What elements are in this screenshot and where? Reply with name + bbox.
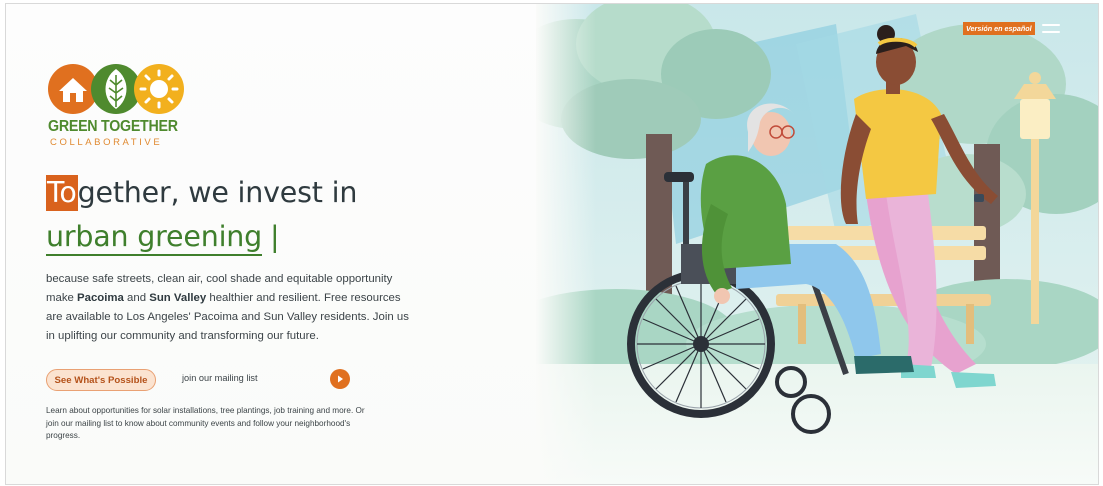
sun-icon <box>134 64 184 114</box>
headline-text: gether, we invest in <box>77 176 358 209</box>
place-pacoima: Pacoima <box>77 292 124 304</box>
hamburger-menu-icon[interactable] <box>1042 24 1060 34</box>
page-frame: GREEN TOGETHER COLLABORATIVE Together, w… <box>5 3 1099 485</box>
logo-mark <box>48 64 184 114</box>
hero-illustration <box>536 4 1098 484</box>
site-logo[interactable]: GREEN TOGETHER COLLABORATIVE <box>46 61 186 153</box>
headline-typing-highlight: To <box>46 175 78 211</box>
logo-title: GREEN TOGETHER <box>48 118 178 135</box>
description-text: and <box>123 292 150 304</box>
mailing-list-link[interactable]: join our mailing list <box>182 373 258 383</box>
play-icon[interactable] <box>330 369 350 389</box>
typing-cursor: | <box>270 220 280 253</box>
logo-subtitle: COLLABORATIVE <box>50 137 163 148</box>
spanish-version-button[interactable]: Versión en español <box>963 22 1035 35</box>
hero-subtext: Learn about opportunities for solar inst… <box>46 406 365 440</box>
place-sun-valley: Sun Valley <box>149 292 207 304</box>
hero-headline: Together, we invest in urban greening | <box>46 172 357 258</box>
leaf-icon <box>91 64 141 114</box>
see-whats-possible-button[interactable]: See What's Possible <box>46 369 156 391</box>
house-icon <box>48 64 98 114</box>
hero-description: because safe streets, clean air, cool sh… <box>46 270 416 346</box>
headline-rotating-word: urban greening <box>46 220 262 256</box>
